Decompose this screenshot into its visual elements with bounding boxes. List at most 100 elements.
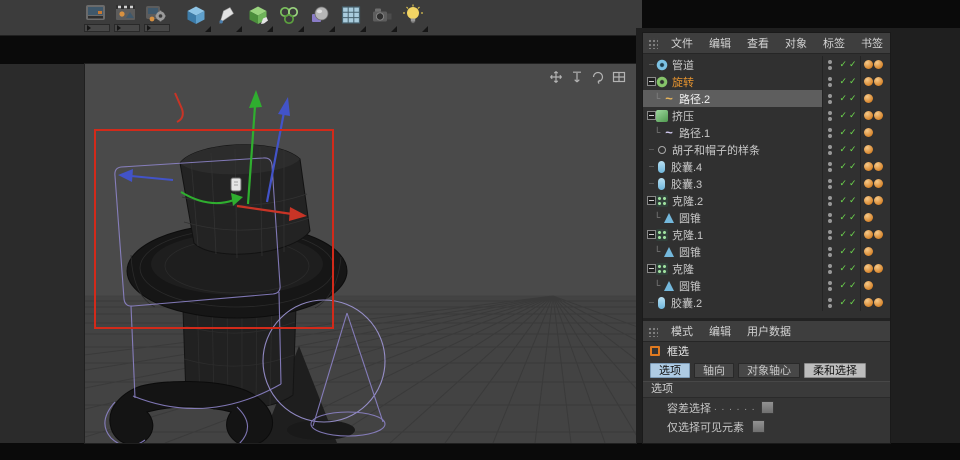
- enable-checkmarks[interactable]: ✓ ✓: [836, 280, 860, 291]
- object-name[interactable]: 圆锥: [679, 210, 701, 226]
- object-row[interactable]: 克隆.1 ✓ ✓: [643, 226, 890, 243]
- expand-toggle[interactable]: [647, 162, 656, 171]
- modifiers-button[interactable]: [277, 3, 304, 33]
- enable-checkmarks[interactable]: ✓ ✓: [836, 59, 860, 70]
- visibility-dots[interactable]: [822, 90, 836, 107]
- object-row[interactable]: 克隆.2 ✓ ✓: [643, 192, 890, 209]
- tag-icons[interactable]: [860, 56, 890, 73]
- om-menu-item[interactable]: 查看: [739, 33, 777, 53]
- object-name[interactable]: 克隆.2: [672, 193, 703, 209]
- rotate-view-icon[interactable]: [591, 70, 605, 84]
- visibility-dots[interactable]: [822, 192, 836, 209]
- option-checkbox[interactable]: [752, 420, 765, 433]
- light-button[interactable]: [401, 3, 428, 33]
- om-menu-item[interactable]: 书签: [853, 33, 891, 53]
- om-menu-item[interactable]: 对象: [777, 33, 815, 53]
- tag-icons[interactable]: [860, 294, 890, 311]
- render-settings-play-strip[interactable]: [144, 24, 170, 32]
- expand-toggle[interactable]: [647, 77, 656, 86]
- attribute-tab[interactable]: 对象轴心: [738, 362, 800, 378]
- visibility-dots[interactable]: [822, 294, 836, 311]
- render-view-play-strip[interactable]: [84, 24, 110, 32]
- object-name[interactable]: 胶囊.3: [671, 176, 702, 192]
- section-header[interactable]: 选项: [643, 381, 890, 398]
- tag-icons[interactable]: [860, 158, 890, 175]
- enable-checkmarks[interactable]: ✓ ✓: [836, 127, 860, 138]
- object-name[interactable]: 克隆.1: [672, 227, 703, 243]
- enable-checkmarks[interactable]: ✓ ✓: [836, 76, 860, 87]
- object-row[interactable]: 圆锥 ✓✓: [643, 243, 890, 260]
- tag-icons[interactable]: [860, 260, 890, 277]
- object-name[interactable]: 圆锥: [679, 278, 701, 294]
- am-menu-item[interactable]: 编辑: [701, 321, 739, 341]
- tag-icons[interactable]: [860, 124, 890, 141]
- expand-toggle[interactable]: [647, 230, 656, 239]
- tag-icons[interactable]: [860, 277, 890, 294]
- expand-toggle[interactable]: [647, 111, 656, 120]
- object-row[interactable]: 旋转 ✓ ✓: [643, 73, 890, 90]
- render-picture-viewer-play-strip[interactable]: [114, 24, 140, 32]
- object-row[interactable]: 路径.1 ✓✓: [643, 124, 890, 141]
- generators-button[interactable]: [246, 3, 273, 33]
- toggle-view-icon[interactable]: [612, 70, 626, 84]
- expand-toggle[interactable]: [647, 298, 656, 307]
- deformers-button[interactable]: [308, 3, 335, 33]
- tag-icons[interactable]: [860, 226, 890, 243]
- render-settings-button[interactable]: [144, 3, 170, 33]
- pan-view-icon[interactable]: [549, 70, 563, 84]
- object-row[interactable]: 路径.2 ✓✓: [643, 90, 890, 107]
- tag-icons[interactable]: [860, 243, 890, 260]
- object-name[interactable]: 路径.1: [679, 125, 710, 141]
- enable-checkmarks[interactable]: ✓ ✓: [836, 110, 860, 121]
- expand-toggle[interactable]: [647, 145, 656, 154]
- object-name[interactable]: 挤压: [672, 108, 694, 124]
- tag-icons[interactable]: [860, 90, 890, 107]
- tag-icons[interactable]: [860, 175, 890, 192]
- object-row[interactable]: 胶囊.4 ✓ ✓: [643, 158, 890, 175]
- om-menu-item[interactable]: 编辑: [701, 33, 739, 53]
- viewport[interactable]: [84, 63, 637, 444]
- enable-checkmarks[interactable]: ✓ ✓: [836, 297, 860, 308]
- object-row[interactable]: 圆锥 ✓✓: [643, 277, 890, 294]
- option-checkbox[interactable]: [760, 401, 774, 414]
- object-row[interactable]: 胶囊.3 ✓ ✓: [643, 175, 890, 192]
- object-name[interactable]: 克隆: [672, 261, 694, 277]
- am-menu-item[interactable]: 用户数据: [739, 321, 799, 341]
- enable-checkmarks[interactable]: ✓ ✓: [836, 229, 860, 240]
- object-row[interactable]: 胡子和帽子的样条 ✓ ✓: [643, 141, 890, 158]
- visibility-dots[interactable]: [822, 141, 836, 158]
- attribute-tab[interactable]: 轴向: [694, 362, 734, 378]
- enable-checkmarks[interactable]: ✓ ✓: [836, 93, 860, 104]
- floor-environment-button[interactable]: [339, 3, 366, 33]
- enable-checkmarks[interactable]: ✓ ✓: [836, 246, 860, 257]
- expand-toggle[interactable]: [647, 196, 656, 205]
- object-row[interactable]: 挤压 ✓ ✓: [643, 107, 890, 124]
- object-row[interactable]: 克隆 ✓ ✓: [643, 260, 890, 277]
- am-menu-item[interactable]: 模式: [663, 321, 701, 341]
- visibility-dots[interactable]: [822, 107, 836, 124]
- dolly-view-icon[interactable]: [570, 70, 584, 84]
- attribute-tab[interactable]: 选项: [650, 362, 690, 378]
- expand-toggle[interactable]: [647, 264, 656, 273]
- object-row[interactable]: 圆锥 ✓✓: [643, 209, 890, 226]
- spline-pen-button[interactable]: [215, 3, 242, 33]
- om-menu-item[interactable]: 文件: [663, 33, 701, 53]
- visibility-dots[interactable]: [822, 277, 836, 294]
- visibility-dots[interactable]: [822, 209, 836, 226]
- object-name[interactable]: 路径.2: [679, 91, 710, 107]
- camera-button[interactable]: [370, 3, 397, 33]
- enable-checkmarks[interactable]: ✓ ✓: [836, 144, 860, 155]
- expand-toggle[interactable]: [647, 60, 656, 69]
- visibility-dots[interactable]: [822, 124, 836, 141]
- object-name[interactable]: 胡子和帽子的样条: [672, 142, 760, 158]
- visibility-dots[interactable]: [822, 175, 836, 192]
- tag-icons[interactable]: [860, 141, 890, 158]
- object-row[interactable]: 胶囊.2 ✓ ✓: [643, 294, 890, 311]
- enable-checkmarks[interactable]: ✓ ✓: [836, 178, 860, 189]
- object-row[interactable]: 管道 ✓ ✓: [643, 56, 890, 73]
- object-name[interactable]: 圆锥: [679, 244, 701, 260]
- primitive-cube-button[interactable]: [184, 3, 211, 33]
- tag-icons[interactable]: [860, 192, 890, 209]
- object-name[interactable]: 胶囊.4: [671, 159, 702, 175]
- render-view-button[interactable]: [84, 3, 110, 33]
